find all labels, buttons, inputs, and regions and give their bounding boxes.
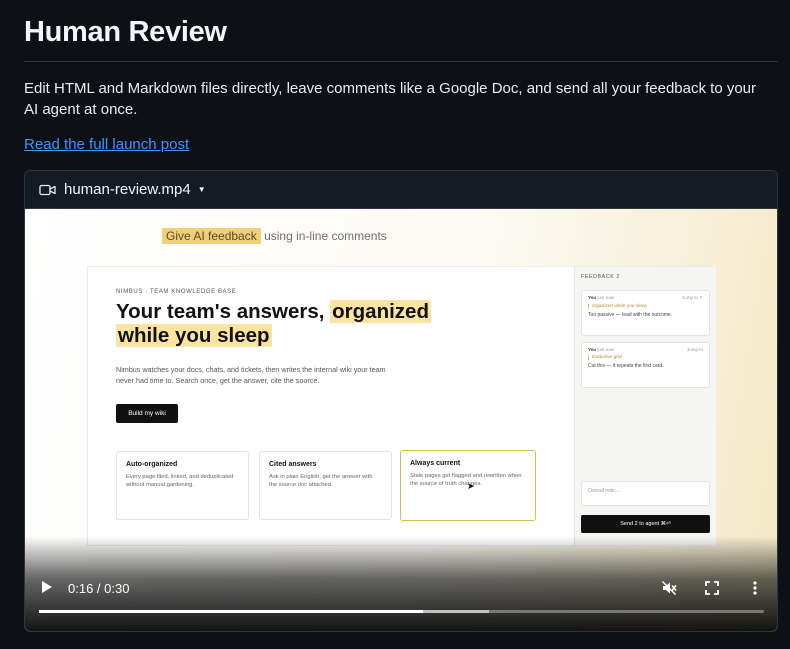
app-screenshot: NIMBUS · TEAM KNOWLEDGE BASE Your team's… <box>88 267 716 545</box>
caret-down-icon[interactable]: ▼ <box>198 185 206 194</box>
hero-plain-text: Your team's answers, <box>116 300 325 323</box>
fullscreen-icon[interactable] <box>703 579 721 597</box>
feature-card: Cited answers Ask in plain English, get … <box>259 451 392 520</box>
comment-jump: Jump to ✕ <box>681 295 703 300</box>
video-progress-bar[interactable] <box>39 610 764 613</box>
mute-icon[interactable] <box>660 579 678 597</box>
video-header[interactable]: human-review.mp4 ▼ <box>25 171 777 209</box>
feature-card-body: Every page filed, linked, and deduplicat… <box>126 474 234 488</box>
play-icon[interactable] <box>41 579 55 595</box>
feature-card-title: Cited answers <box>269 461 317 468</box>
hero-highlight-2: while you sleep <box>116 324 272 347</box>
feature-card-title: Auto-organized <box>126 461 178 468</box>
comment-text: Cut this — it repeats the first card. <box>588 363 664 369</box>
video-camera-icon <box>39 184 56 196</box>
caption-highlight: Give AI feedback <box>162 228 261 244</box>
video-player[interactable]: Give AI feedback using in-line comments … <box>25 209 777 631</box>
mouse-cursor-icon: ➤ <box>467 481 475 491</box>
feedback-comment: You just now Jump to ✕ organized while yo… <box>581 290 710 336</box>
comment-author: You <box>588 347 597 352</box>
more-icon[interactable] <box>746 579 764 597</box>
comment-quote: organized while you sleep <box>588 304 703 309</box>
feature-card-body: Ask in plain English, get the answer wit… <box>269 474 373 488</box>
feedback-comment: You just now Jump to Exclusive grid Cut t… <box>581 342 710 388</box>
feedback-panel: FEEDBACK 2 You just now Jump to ✕ organiz… <box>574 267 716 545</box>
feedback-heading: FEEDBACK 2 <box>581 274 620 280</box>
launch-post-link[interactable]: Read the full launch post <box>24 136 189 153</box>
comment-text: Too passive — lead with the outcome. <box>588 312 673 318</box>
comment-author: You <box>588 295 597 300</box>
page-title: Human Review <box>24 16 227 48</box>
app-eyebrow: NIMBUS · TEAM KNOWLEDGE BASE <box>116 289 237 295</box>
caption-rest: using in-line comments <box>264 229 387 243</box>
video-caption: Give AI feedback using in-line comments <box>162 228 387 244</box>
overall-note-field: Overall note... <box>581 481 710 506</box>
comment-time: just now <box>597 347 614 352</box>
app-lead-text: Nimbus watches your docs, chats, and tic… <box>116 365 386 385</box>
comment-jump: Jump to <box>686 347 703 352</box>
time-display: 0:16 / 0:30 <box>68 581 130 596</box>
app-hero-headline: Your team's answers, organized while you… <box>116 300 431 348</box>
feature-card: Auto-organized Every page filed, linked,… <box>116 451 249 520</box>
feature-card-title: Always current <box>410 460 461 467</box>
comment-quote: Exclusive grid <box>588 355 703 360</box>
app-cta-button: Build my wiki <box>116 404 178 423</box>
page-description: Edit HTML and Markdown files directly, l… <box>24 80 757 118</box>
comment-time: just now <box>597 295 614 300</box>
video-filename[interactable]: human-review.mp4 <box>64 181 191 198</box>
hero-highlight-1: organized <box>330 300 431 323</box>
progress-played <box>39 610 424 613</box>
video-attachment: human-review.mp4 ▼ Give AI feedback usin… <box>24 170 778 632</box>
send-to-agent-button: Send 2 to agent ⌘⏎ <box>581 515 710 533</box>
title-divider <box>24 61 778 62</box>
